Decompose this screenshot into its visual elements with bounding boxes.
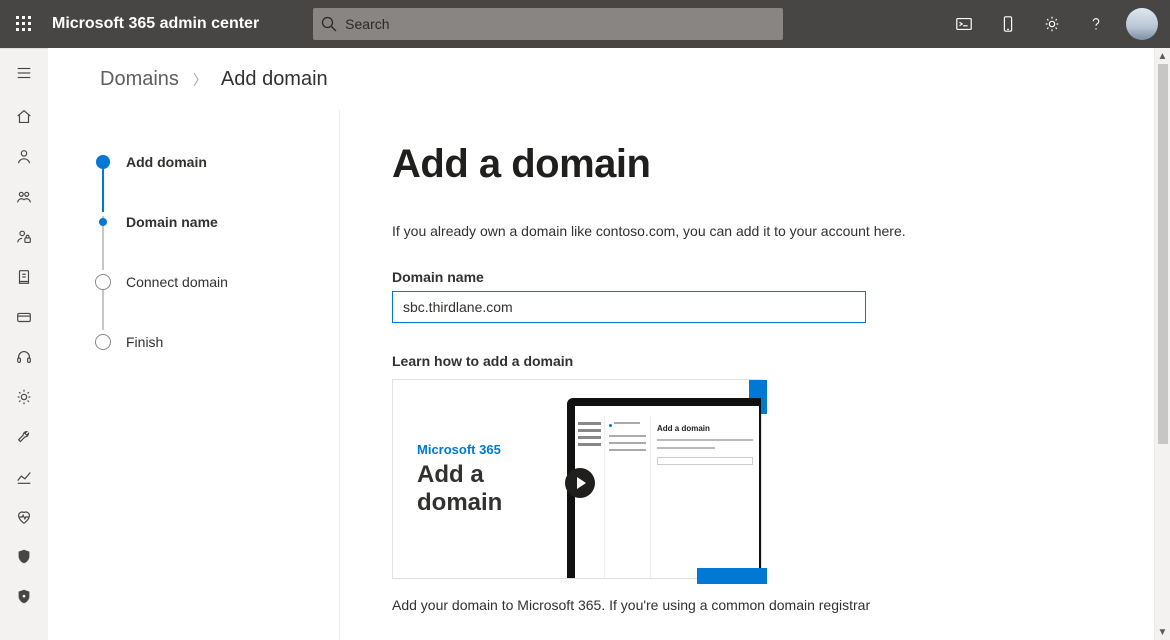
help-icon[interactable] xyxy=(1074,0,1118,48)
wizard-step-label: Add domain xyxy=(126,154,207,170)
nav-billing-icon[interactable] xyxy=(0,297,48,337)
nav-toggle-icon[interactable] xyxy=(0,49,48,97)
content-area: Domains 〉 Add domain Add domain xyxy=(48,48,1170,640)
chevron-right-icon: 〉 xyxy=(193,70,207,90)
wizard-step-add-domain[interactable]: Add domain xyxy=(96,146,319,178)
wizard-step-label: Finish xyxy=(126,334,163,350)
wizard-step-label: Connect domain xyxy=(126,274,228,290)
breadcrumb: Domains 〉 Add domain xyxy=(48,48,1170,109)
nav-resources-icon[interactable] xyxy=(0,257,48,297)
video-brand: Microsoft 365 xyxy=(417,442,563,457)
lead-text: If you already own a domain like contoso… xyxy=(392,223,1122,239)
nav-compliance-icon[interactable] xyxy=(0,577,48,617)
gear-icon[interactable] xyxy=(1030,0,1074,48)
nav-setup-icon[interactable] xyxy=(0,417,48,457)
app-title: Microsoft 365 admin center xyxy=(48,15,273,33)
shell-console-icon[interactable] xyxy=(942,0,986,48)
global-header: Microsoft 365 admin center xyxy=(0,0,1170,48)
scrollbar[interactable]: ▲ ▼ xyxy=(1154,48,1170,640)
scroll-thumb[interactable] xyxy=(1158,64,1168,444)
wizard-step-finish[interactable]: Finish xyxy=(96,326,319,358)
video-screen-title: Add a domain xyxy=(657,424,753,433)
nav-users-icon[interactable] xyxy=(0,137,48,177)
search-input[interactable] xyxy=(345,16,775,32)
left-nav-rail xyxy=(0,48,48,640)
tutorial-video-card[interactable]: Microsoft 365 Add a domain xyxy=(392,379,762,579)
wizard-step-label: Domain name xyxy=(126,214,218,230)
scroll-up-icon[interactable]: ▲ xyxy=(1155,48,1170,64)
breadcrumb-parent[interactable]: Domains xyxy=(100,68,179,91)
search-box[interactable] xyxy=(313,8,783,40)
play-icon[interactable] xyxy=(565,468,595,498)
wizard-step-connect-domain[interactable]: Connect domain xyxy=(96,266,319,298)
nav-health-icon[interactable] xyxy=(0,497,48,537)
page-title: Add a domain xyxy=(392,142,1122,187)
wizard-step-domain-name[interactable]: Domain name xyxy=(96,206,319,238)
mobile-icon[interactable] xyxy=(986,0,1030,48)
wizard-steps: Add domain Domain name Connect domain xyxy=(48,110,340,640)
app-launcher-icon[interactable] xyxy=(0,0,48,48)
search-icon xyxy=(321,16,337,32)
breadcrumb-current: Add domain xyxy=(221,68,328,91)
nav-roles-icon[interactable] xyxy=(0,217,48,257)
nav-home-icon[interactable] xyxy=(0,97,48,137)
scroll-down-icon[interactable]: ▼ xyxy=(1155,624,1170,640)
post-video-text: Add your domain to Microsoft 365. If you… xyxy=(392,597,1122,613)
video-title: Add a domain xyxy=(417,461,563,516)
domain-name-input[interactable] xyxy=(392,291,866,323)
nav-security-icon[interactable] xyxy=(0,537,48,577)
nav-teams-icon[interactable] xyxy=(0,177,48,217)
domain-name-label: Domain name xyxy=(392,269,1122,285)
wizard-main: Add a domain If you already own a domain… xyxy=(340,110,1170,640)
nav-reports-icon[interactable] xyxy=(0,457,48,497)
account-avatar[interactable] xyxy=(1126,8,1158,40)
nav-settings-icon[interactable] xyxy=(0,377,48,417)
nav-support-icon[interactable] xyxy=(0,337,48,377)
learn-heading: Learn how to add a domain xyxy=(392,353,1122,369)
